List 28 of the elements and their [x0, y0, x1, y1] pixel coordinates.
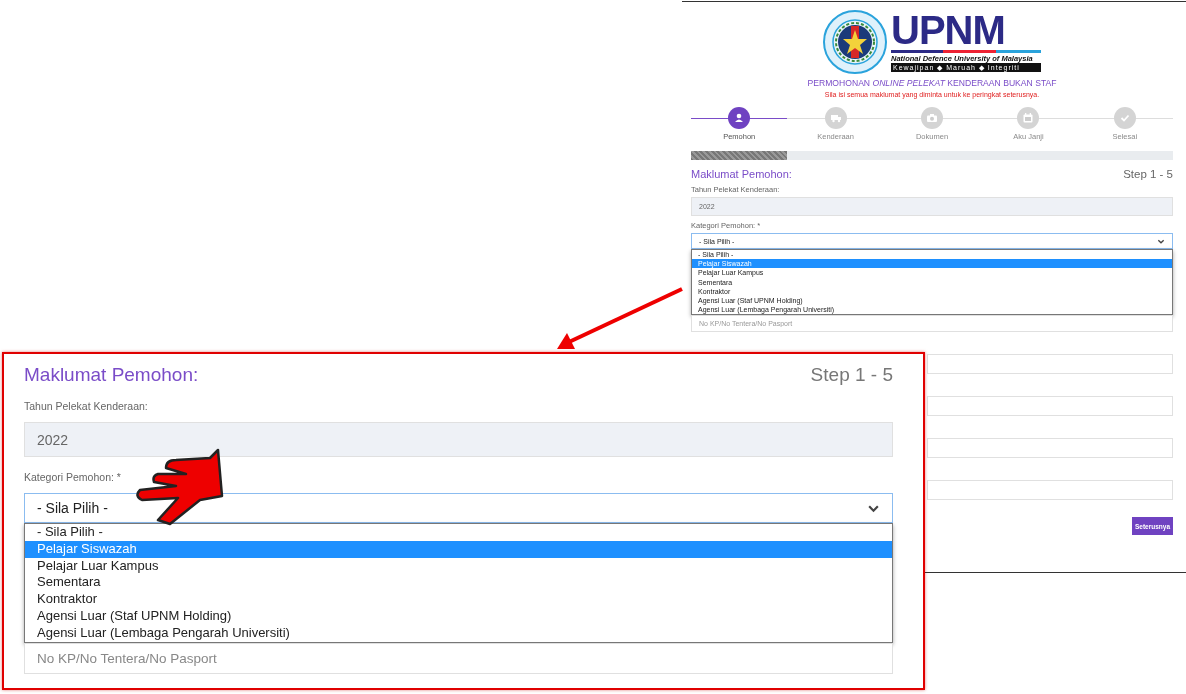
logo-wordmark: UPNM: [891, 12, 1006, 48]
step-indicator[interactable]: [728, 107, 751, 129]
truck-icon: [829, 112, 842, 124]
dropdown-option[interactable]: Pelajar Luar Kampus: [25, 557, 892, 575]
university-emblem-icon: [823, 10, 887, 74]
dropdown-option[interactable]: Kontraktor: [25, 591, 892, 608]
input-field[interactable]: No KP/No Tentera/No Pasport: [24, 642, 893, 674]
camera-icon: [926, 112, 938, 124]
input-field[interactable]: [927, 438, 1173, 459]
input-field[interactable]: [927, 396, 1173, 417]
step-counter: Step 1 - 5: [1123, 168, 1173, 180]
dropdown-option[interactable]: Agensi Luar (Staf UPNM Holding): [25, 608, 892, 625]
section-title: Maklumat Pemohon:: [24, 364, 199, 386]
category-dropdown[interactable]: - Sila Pilih -: [24, 493, 893, 523]
calendar-icon: [1022, 112, 1035, 124]
page-title: PERMOHONAN ONLINE PELEKAT KENDERAAN BUKAN STAF: [806, 78, 1058, 88]
readonly-field: 2022: [24, 422, 893, 457]
input-field[interactable]: [927, 480, 1173, 501]
section-title: Maklumat Pemohon:: [691, 168, 792, 180]
checkmark-icon: [1118, 112, 1131, 124]
dropdown-option[interactable]: Agensi Luar (Lembaga Pengarah Universiti): [25, 624, 892, 642]
input-field[interactable]: [927, 354, 1173, 375]
field-label: Tahun Pelekat Kenderaan:: [24, 400, 149, 412]
chevron-down-icon: [1157, 237, 1165, 245]
dropdown-option[interactable]: - Sila Pilih -: [25, 524, 892, 541]
dropdown-option[interactable]: Sementara: [25, 574, 892, 592]
step-counter: Step 1 - 5: [810, 364, 893, 386]
field-label: Kategori Pemohon: *: [24, 471, 122, 483]
